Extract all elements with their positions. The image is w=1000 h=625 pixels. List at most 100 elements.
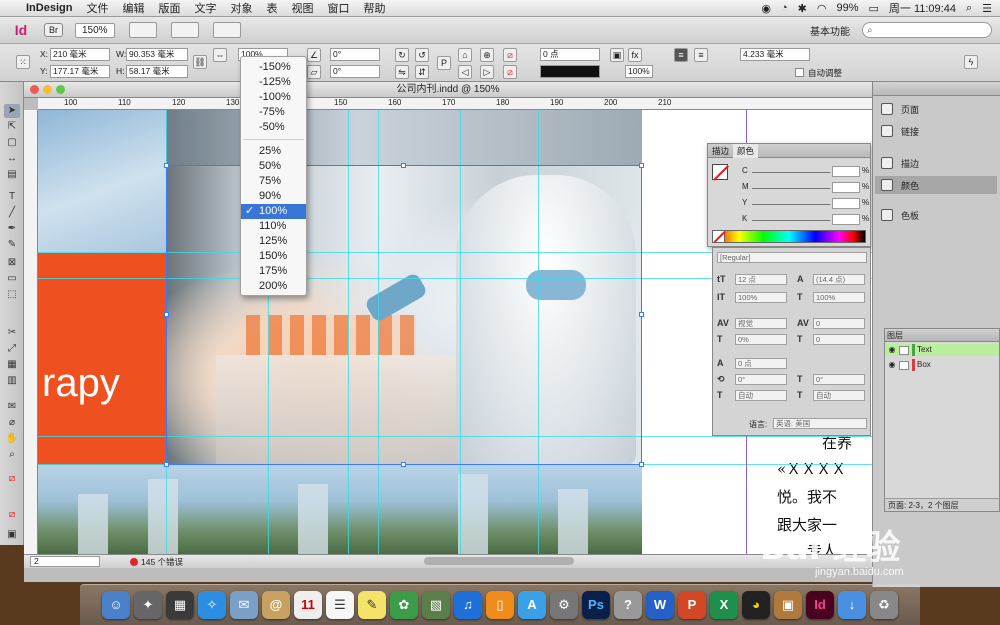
reference-point-icon[interactable]: ⁙ bbox=[16, 55, 30, 69]
language-select[interactable]: 英语: 美国 bbox=[773, 418, 867, 429]
vertical-scale-field[interactable]: 100% bbox=[735, 292, 787, 303]
mail-icon[interactable]: ✉ bbox=[230, 591, 258, 619]
scale-option[interactable]: -75% bbox=[241, 105, 306, 120]
scale-option[interactable]: 200% bbox=[241, 279, 306, 294]
x-field[interactable]: 210 毫米 bbox=[50, 48, 110, 61]
tsume-field[interactable]: 0% bbox=[735, 334, 787, 345]
minimize-icon[interactable] bbox=[43, 85, 52, 94]
word-icon[interactable]: W bbox=[646, 591, 674, 619]
menu-view[interactable]: 视图 bbox=[291, 0, 313, 16]
gradient-swatch-tool-icon[interactable]: ▦ bbox=[4, 358, 20, 372]
direct-selection-tool-icon[interactable]: ⇱ bbox=[4, 120, 20, 134]
spotlight-icon[interactable]: ⌕ bbox=[966, 2, 972, 15]
fill-none-swatch-icon[interactable] bbox=[712, 164, 728, 180]
battery-percent[interactable]: 99% bbox=[836, 2, 858, 14]
effects-button[interactable]: fx bbox=[628, 48, 642, 62]
qq-icon[interactable]: ◉ bbox=[761, 2, 771, 15]
horizontal-scale-field[interactable]: 100% bbox=[813, 292, 865, 303]
scale-option[interactable]: 175% bbox=[241, 264, 306, 279]
visibility-eye-icon[interactable]: ◉ bbox=[885, 344, 899, 356]
bluetooth-icon[interactable]: ✱ bbox=[798, 2, 807, 15]
shear-angle-field[interactable]: 0° bbox=[330, 65, 380, 78]
panel-pages[interactable]: 页面 bbox=[875, 100, 997, 118]
apply-none-icon[interactable]: ⧄ bbox=[4, 508, 20, 522]
quick-apply-icon[interactable]: ϟ bbox=[964, 55, 978, 69]
free-transform-icon[interactable]: ⤢ bbox=[4, 342, 20, 356]
type-tool-icon[interactable]: T bbox=[4, 190, 20, 204]
content-collector-icon[interactable]: ▤ bbox=[4, 168, 20, 182]
photoshop-icon[interactable]: Ps bbox=[582, 591, 610, 619]
pencil-tool-icon[interactable]: ✎ bbox=[4, 238, 20, 252]
close-icon[interactable] bbox=[30, 85, 39, 94]
rotate-ccw-button[interactable]: ↺ bbox=[415, 48, 429, 62]
safari-icon[interactable]: ✧ bbox=[198, 591, 226, 619]
eyedropper-tool-icon[interactable]: ⌀ bbox=[4, 416, 20, 430]
zoom-icon[interactable] bbox=[56, 85, 65, 94]
resize-handle[interactable] bbox=[164, 163, 169, 168]
text-wrap-icon[interactable]: P bbox=[437, 56, 451, 70]
tracking-field[interactable]: 0 bbox=[813, 318, 865, 329]
preflight-status[interactable]: 145 个错误 bbox=[130, 556, 183, 568]
scale-option[interactable]: 75% bbox=[241, 174, 306, 189]
stroke-type-select[interactable] bbox=[540, 65, 600, 78]
select-previous-button[interactable]: ◁ bbox=[458, 65, 472, 79]
scale-option[interactable]: 110% bbox=[241, 219, 306, 234]
rectangle-tool-icon[interactable]: ▭ bbox=[4, 272, 20, 286]
app-menu[interactable]: InDesign bbox=[26, 2, 72, 14]
height-field[interactable]: 58.17 毫米 bbox=[126, 65, 188, 78]
aki-before-select[interactable]: 自动 bbox=[735, 390, 787, 401]
constrain-proportions-icon[interactable]: ⛓ bbox=[193, 55, 207, 69]
black-slider-row[interactable]: K% bbox=[742, 214, 869, 226]
magenta-slider-row[interactable]: M% bbox=[742, 182, 869, 194]
city-photo[interactable] bbox=[38, 465, 642, 554]
select-next-button[interactable]: ▷ bbox=[480, 65, 494, 79]
gradient-feather-tool-icon[interactable]: ▥ bbox=[4, 374, 20, 388]
resize-handle[interactable] bbox=[401, 163, 406, 168]
resize-handle[interactable] bbox=[401, 462, 406, 467]
rectangle-frame-tool-icon[interactable]: ⊠ bbox=[4, 256, 20, 270]
none-swatch-icon[interactable] bbox=[712, 230, 725, 243]
panel-swatches[interactable]: 色板 bbox=[875, 206, 997, 224]
help-icon[interactable]: ? bbox=[614, 591, 642, 619]
scale-option-selected[interactable]: ✓ 100% bbox=[241, 204, 306, 219]
scale-option[interactable]: 25% bbox=[241, 144, 306, 159]
archive-icon[interactable]: ▣ bbox=[774, 591, 802, 619]
skew-field[interactable]: 0° bbox=[813, 374, 865, 385]
selection-tool-icon[interactable]: ➤ bbox=[4, 104, 20, 118]
y-field[interactable]: 177.17 毫米 bbox=[50, 65, 110, 78]
bridge-button[interactable]: Br bbox=[44, 23, 63, 37]
resize-handle[interactable] bbox=[639, 462, 644, 467]
auto-fit-checkbox[interactable] bbox=[795, 68, 804, 77]
color-spectrum[interactable] bbox=[712, 230, 866, 243]
free-transform-tool-icon[interactable]: ⬚ bbox=[4, 288, 20, 302]
menu-window[interactable]: 窗口 bbox=[327, 0, 349, 16]
resize-handle[interactable] bbox=[639, 163, 644, 168]
system-preferences-icon[interactable]: ⚙ bbox=[550, 591, 578, 619]
scale-option[interactable]: -100% bbox=[241, 90, 306, 105]
scale-option[interactable]: 125% bbox=[241, 234, 306, 249]
screen-mode-icon[interactable]: ▣ bbox=[4, 528, 20, 542]
layers-panel-title[interactable]: 图层 bbox=[885, 329, 999, 342]
menu-type[interactable]: 文字 bbox=[194, 0, 216, 16]
width-field[interactable]: 90.353 毫米 bbox=[126, 48, 188, 61]
battery-icon[interactable]: ▭ bbox=[868, 2, 878, 15]
rotate-angle-field[interactable]: 0° bbox=[330, 48, 380, 61]
reminders-icon[interactable]: ☰ bbox=[326, 591, 354, 619]
contacts-icon[interactable]: @ bbox=[262, 591, 290, 619]
align-left-button[interactable]: ≡ bbox=[674, 48, 688, 62]
flip-v-button[interactable]: ⇵ bbox=[415, 65, 429, 79]
scissors-tool-icon[interactable]: ✂ bbox=[4, 326, 20, 340]
menu-edit[interactable]: 编辑 bbox=[122, 0, 144, 16]
aki-after-select[interactable]: 自动 bbox=[813, 390, 865, 401]
indesign-app-icon[interactable]: Id bbox=[806, 591, 834, 619]
select-container-button[interactable]: ⌂ bbox=[458, 48, 472, 62]
selected-image-frame[interactable] bbox=[166, 165, 642, 465]
drop-shadow-button[interactable]: ▣ bbox=[610, 48, 624, 62]
note-tool-icon[interactable]: ✉ bbox=[4, 400, 20, 414]
arrange-documents-button[interactable] bbox=[212, 22, 241, 38]
scale-option[interactable]: 50% bbox=[241, 159, 306, 174]
stroke-swatch-icon[interactable]: ⧄ bbox=[503, 65, 517, 79]
orange-text-block[interactable]: rapy bbox=[38, 253, 166, 466]
baseline-shift-field[interactable]: 0 点 bbox=[735, 358, 787, 369]
flip-h-button[interactable]: ⇋ bbox=[395, 65, 409, 79]
